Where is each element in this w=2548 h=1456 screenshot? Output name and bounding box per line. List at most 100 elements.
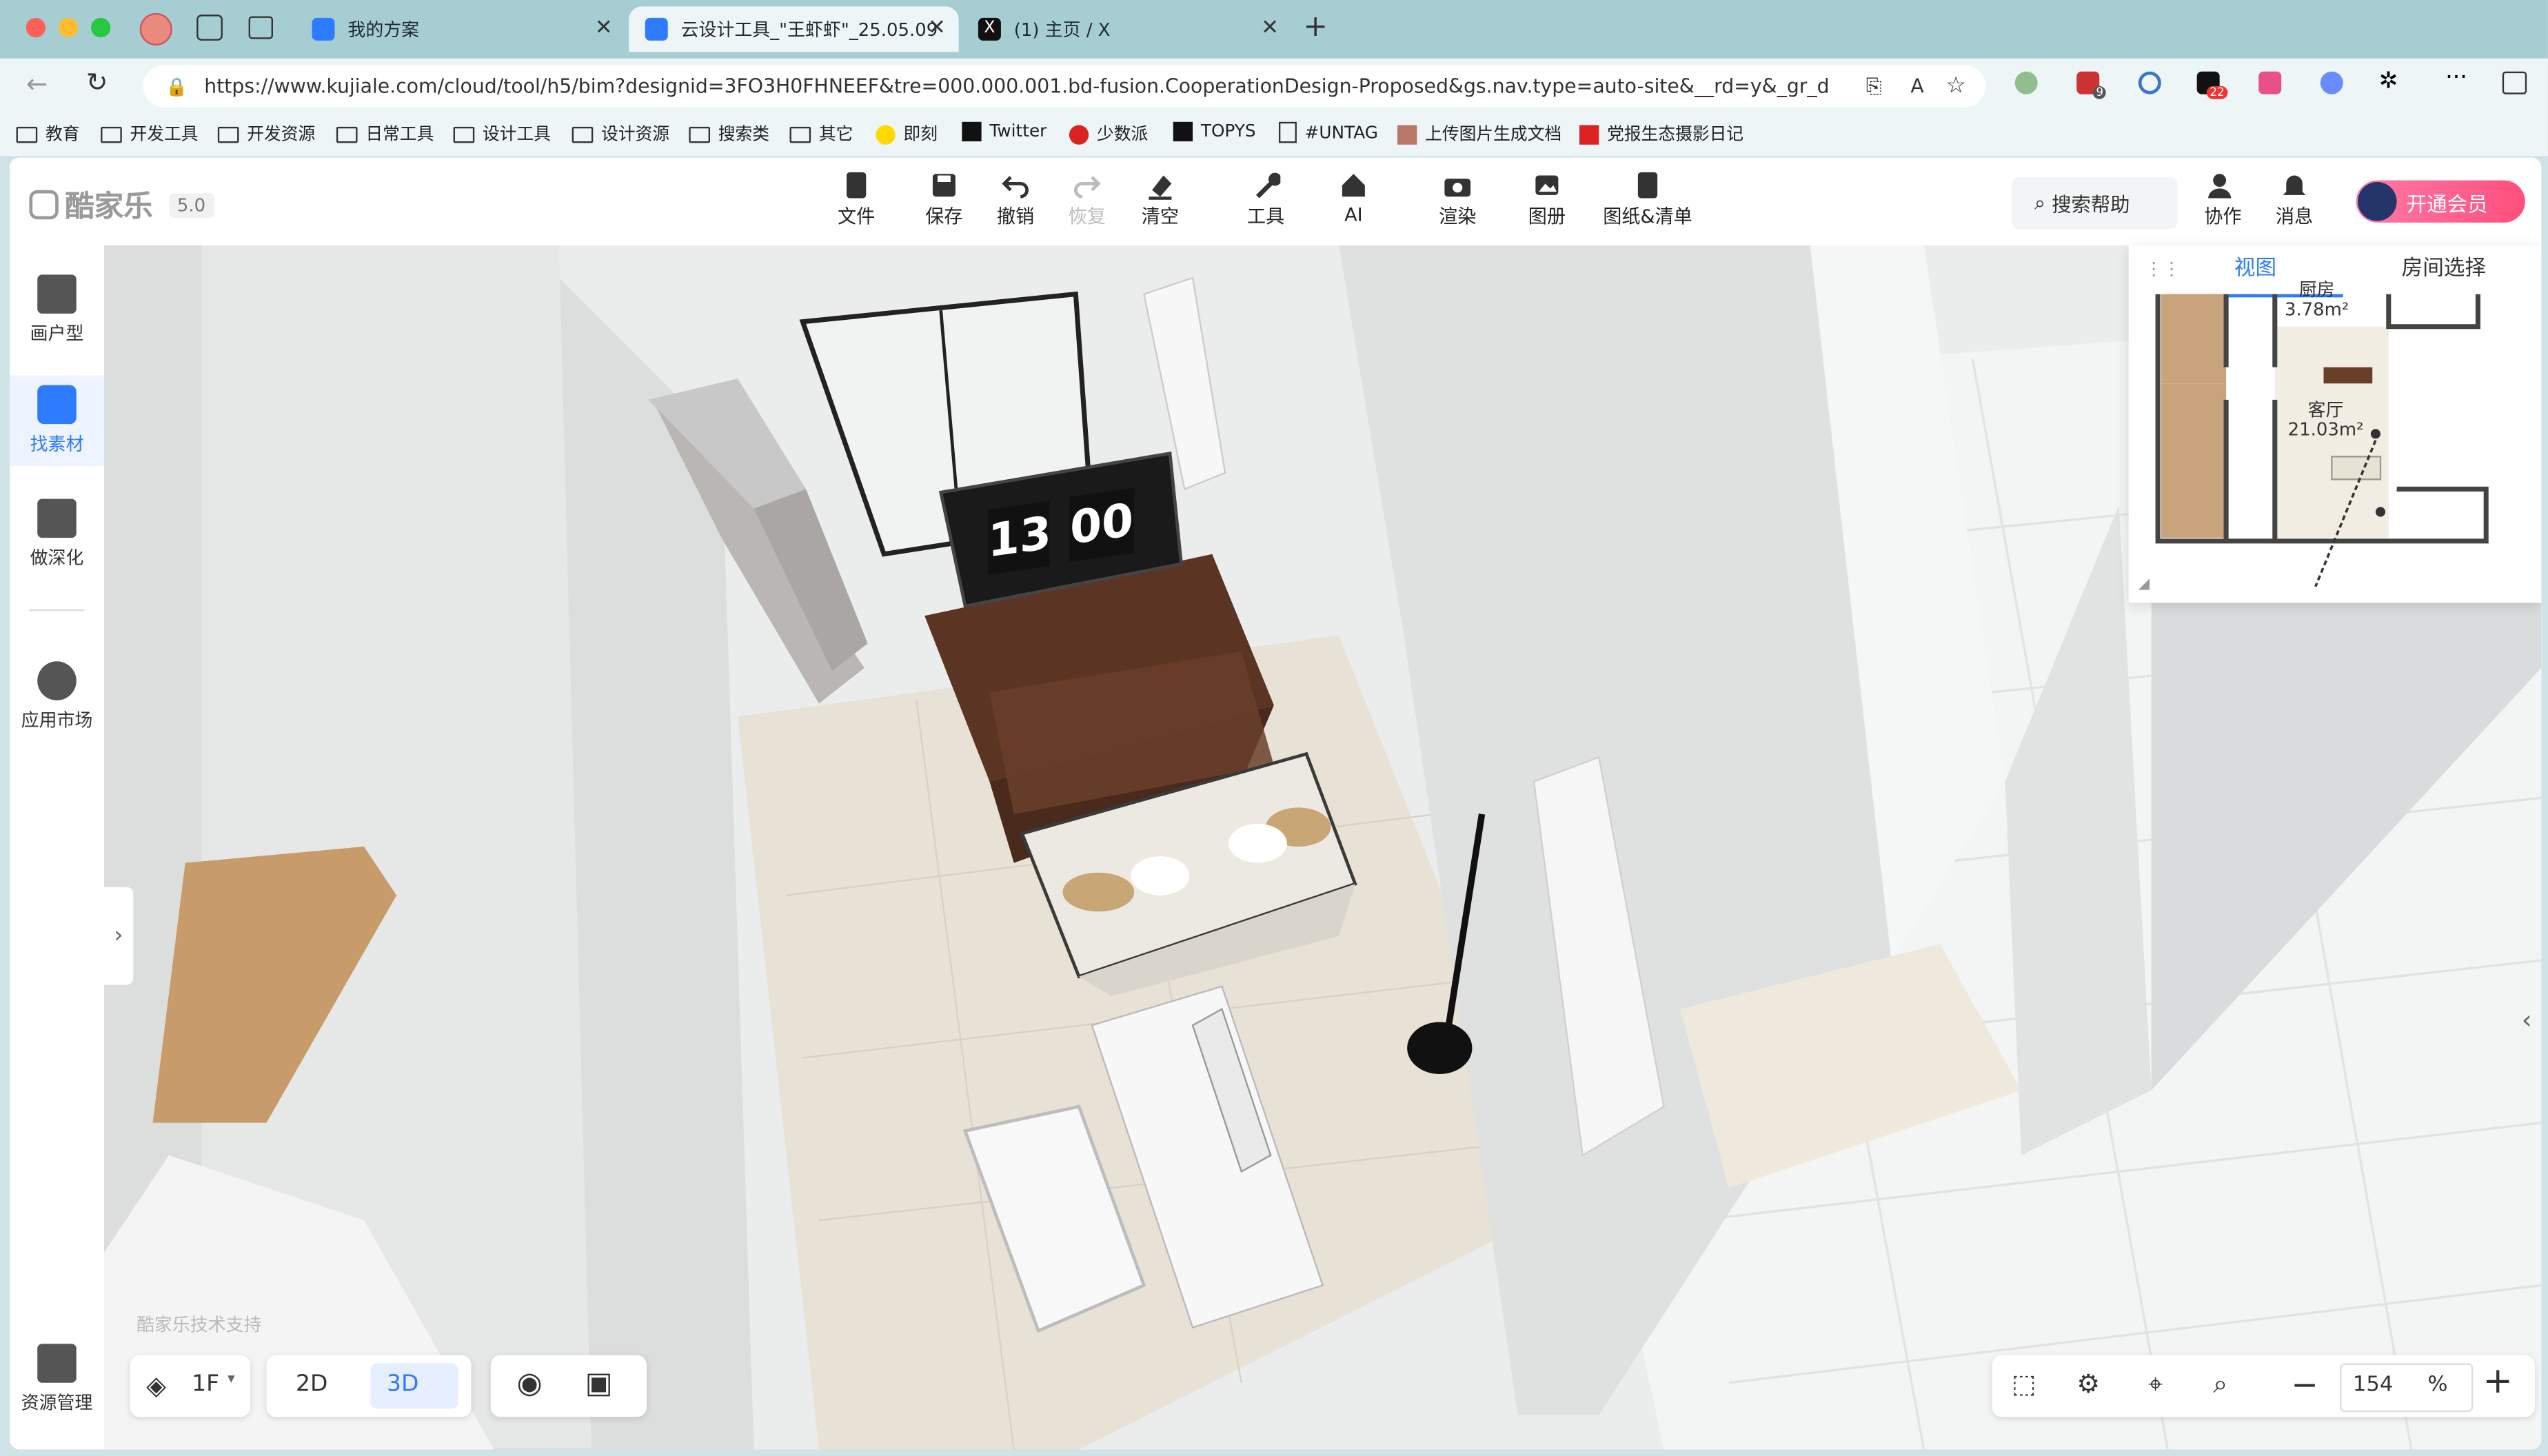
save-icon xyxy=(932,174,956,197)
kujiale-logo[interactable]: 酷家乐 5.0 xyxy=(29,183,214,225)
bookmark-folder[interactable]: 搜索类 xyxy=(689,122,769,146)
zoom-in-button[interactable]: + xyxy=(2483,1362,2512,1402)
extension-icon[interactable] xyxy=(2258,71,2282,94)
focus-icon[interactable]: ⌖ xyxy=(2148,1368,2163,1401)
clear-menu[interactable]: 清空 xyxy=(1124,170,1196,229)
camera-settings-icon[interactable]: ⚙ xyxy=(2076,1368,2100,1399)
extension-icon[interactable] xyxy=(2138,71,2161,94)
minimize-window-button[interactable] xyxy=(58,17,79,38)
redo-button[interactable]: 恢复 xyxy=(1051,170,1123,229)
extensions-puzzle-icon[interactable]: ✲ xyxy=(2379,68,2398,94)
album-button[interactable]: 图册 xyxy=(1511,170,1583,229)
kujiale-favicon-icon xyxy=(312,17,335,41)
reload-icon[interactable]: ↻ xyxy=(86,67,108,98)
resource-icon xyxy=(37,1344,77,1383)
jike-icon xyxy=(876,124,896,144)
bookmark-folder[interactable]: 设计工具 xyxy=(453,122,551,146)
site-icon xyxy=(1397,124,1417,144)
eye-icon[interactable]: ◉ xyxy=(517,1366,543,1400)
more-menu-icon[interactable]: ··· xyxy=(2445,65,2467,91)
nav-deepen[interactable]: 做深化 xyxy=(10,498,104,571)
layers-icon: ◈ xyxy=(146,1369,167,1401)
bookmark-folder[interactable]: 教育 xyxy=(16,122,80,146)
new-tab-button[interactable]: + xyxy=(1303,10,1328,43)
tools-menu[interactable]: 工具 xyxy=(1230,170,1302,229)
expand-panel-handle[interactable]: › xyxy=(103,887,134,985)
mode-2d-button[interactable]: 2D xyxy=(296,1371,327,1397)
read-aloud-icon[interactable]: A xyxy=(1910,74,1923,97)
bookmark-link[interactable]: 党报生态摄影日记 xyxy=(1579,122,1743,146)
sofa-icon xyxy=(37,385,77,425)
close-window-button[interactable] xyxy=(26,17,46,38)
bookmark-link[interactable]: TOPYS xyxy=(1173,121,1256,142)
bookmark-folder[interactable]: 开发资源 xyxy=(217,122,315,146)
drawings-list-menu[interactable]: 图纸&清单 xyxy=(1596,170,1700,229)
folder-icon xyxy=(572,125,594,143)
sidebar-toggle-icon[interactable] xyxy=(2502,71,2527,94)
tab-my-plans[interactable]: 我的方案 ✕ xyxy=(296,6,625,52)
tab-x-home[interactable]: X (1) 主页 / X ✕ xyxy=(962,6,1291,52)
search-icon: ⌕ xyxy=(2034,190,2045,214)
folder-icon xyxy=(789,125,811,143)
render-menu[interactable]: 渲染 xyxy=(1422,170,1493,229)
minimap-tab-room-select[interactable]: 房间选择 xyxy=(2356,245,2532,294)
bookmark-link[interactable]: Twitter xyxy=(962,121,1046,142)
deepen-icon xyxy=(37,498,77,538)
cube-icon[interactable]: ▣ xyxy=(585,1366,613,1400)
tv-clock-minute: 00 xyxy=(1069,487,1135,563)
collapse-right-panel-handle[interactable]: ‹ xyxy=(2512,980,2541,1061)
file-menu[interactable]: 文件 xyxy=(820,170,892,229)
puzzle-icon xyxy=(37,661,77,700)
collaborate-button[interactable]: 协作 xyxy=(2187,170,2259,229)
mode-3d-button[interactable]: 3D xyxy=(387,1371,418,1397)
bookmark-link[interactable]: 少数派 xyxy=(1069,122,1148,146)
folder-icon xyxy=(336,125,358,143)
bookmark-folder[interactable]: 其它 xyxy=(789,122,853,146)
messages-button[interactable]: 消息 xyxy=(2258,170,2330,229)
page-action-icon[interactable]: ⎘ xyxy=(1866,74,1882,98)
minimap-floorplan xyxy=(2155,294,2489,587)
extension-icon[interactable] xyxy=(2014,71,2038,94)
version-badge: 5.0 xyxy=(169,192,214,217)
bookmark-folder[interactable]: 设计资源 xyxy=(572,122,669,146)
extension-badge: 9 xyxy=(2092,85,2107,99)
save-button[interactable]: 保存 xyxy=(909,170,980,229)
close-tab-icon[interactable]: ✕ xyxy=(928,17,946,41)
frame-select-icon[interactable]: ⬚ xyxy=(2012,1368,2036,1399)
address-bar[interactable]: 🔒 https://www.kujiale.com/cloud/tool/h5/… xyxy=(143,65,1986,108)
close-tab-icon[interactable]: ✕ xyxy=(1261,17,1279,41)
favorite-star-icon[interactable]: ☆ xyxy=(1945,73,1966,99)
vip-button[interactable]: 开通会员 xyxy=(2356,180,2525,223)
bookmarks-bar: 教育 开发工具 开发资源 日常工具 设计工具 设计资源 搜索类 其它 即刻 Tw… xyxy=(0,113,2548,156)
zoom-search-icon[interactable]: ⌕ xyxy=(2213,1368,2227,1401)
extension-icon[interactable] xyxy=(2320,71,2343,94)
undo-button[interactable]: 撤销 xyxy=(980,170,1051,229)
vertical-tabs-icon[interactable] xyxy=(248,16,273,39)
nav-app-market[interactable]: 应用市场 xyxy=(10,661,104,733)
nav-divider xyxy=(29,609,85,611)
bookmark-folder[interactable]: 日常工具 xyxy=(336,122,434,146)
ai-menu[interactable]: AI xyxy=(1318,170,1390,226)
nav-find-materials[interactable]: 找素材 xyxy=(10,375,104,467)
folder-icon xyxy=(453,125,475,143)
url-text: https://www.kujiale.com/cloud/tool/h5/bi… xyxy=(204,74,1830,98)
profile-avatar[interactable] xyxy=(139,12,172,46)
folder-icon xyxy=(217,125,239,143)
bookmark-link[interactable]: #UNTAG xyxy=(1278,121,1378,143)
resize-handle-icon[interactable]: ◢ xyxy=(2138,577,2150,594)
close-tab-icon[interactable]: ✕ xyxy=(595,17,613,41)
floor-selector[interactable]: ◈ 1F ▾ xyxy=(130,1355,250,1417)
bookmark-folder[interactable]: 开发工具 xyxy=(101,122,199,146)
site-icon xyxy=(1579,124,1599,144)
nav-resource-manager[interactable]: 资源管理 xyxy=(10,1344,104,1415)
zoom-out-button[interactable]: − xyxy=(2291,1365,2318,1404)
workspaces-icon[interactable] xyxy=(196,14,223,41)
bookmark-link[interactable]: 即刻 xyxy=(876,122,938,146)
search-help-input[interactable]: ⌕ 搜索帮助 xyxy=(2011,176,2178,230)
back-icon[interactable]: ← xyxy=(26,68,48,99)
bookmark-link[interactable]: 上传图片生成文档 xyxy=(1397,122,1561,146)
tab-design-tool[interactable]: 云设计工具_"王虾虾"_25.05.09 ✕ xyxy=(629,6,959,52)
maximize-window-button[interactable] xyxy=(90,17,111,38)
nav-draw-floorplan[interactable]: 画户型 xyxy=(10,274,104,346)
file-icon xyxy=(846,172,867,199)
